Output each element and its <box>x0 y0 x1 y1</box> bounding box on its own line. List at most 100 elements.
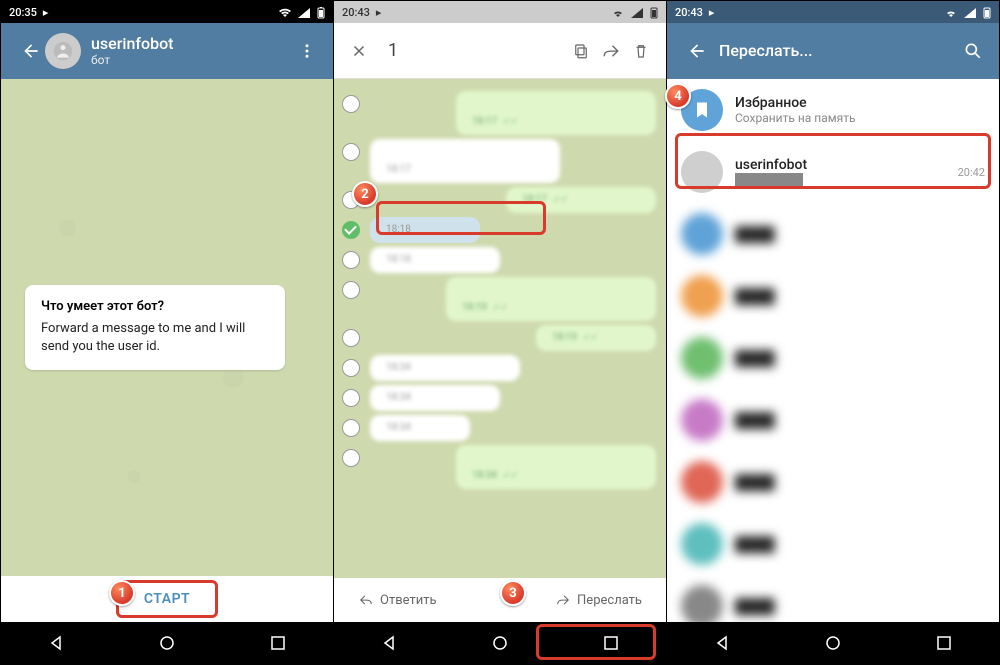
close-icon[interactable] <box>344 36 374 66</box>
message-time: 18:19 <box>462 302 487 313</box>
forward-chat-list[interactable]: ИзбранноеСохранить на памятьuserinfobot█… <box>667 79 999 622</box>
message-bubble[interactable]: 18:34 <box>370 385 500 411</box>
android-navbar <box>1 622 333 664</box>
chat-preview: ████████ <box>735 173 807 187</box>
message-time: 18:34 <box>386 392 411 403</box>
action-bar: Ответить Переслать <box>334 578 666 622</box>
start-button[interactable]: СТАРТ <box>126 585 208 613</box>
message-row[interactable]: 18:34 <box>370 385 656 411</box>
message-row[interactable]: 18:18 <box>370 217 656 243</box>
message-bubble[interactable]: 18:19✓✓ <box>446 277 656 321</box>
nav-recent-icon[interactable] <box>264 629 292 657</box>
forward-row[interactable]: ████ <box>667 327 999 389</box>
start-bar: СТАРТ <box>1 576 333 622</box>
select-check[interactable] <box>342 329 360 347</box>
forward-row[interactable]: ████ <box>667 203 999 265</box>
avatar[interactable] <box>45 33 81 69</box>
nav-back-icon[interactable] <box>708 629 736 657</box>
message-bubble[interactable]: 18:19✓✓ <box>536 325 656 351</box>
bot-info-card: Что умеет этот бот? Forward a message to… <box>25 285 285 369</box>
android-navbar <box>667 622 999 664</box>
message-bubble[interactable]: 18:34 <box>370 355 520 381</box>
status-right <box>940 5 991 18</box>
nav-back-icon[interactable] <box>42 629 70 657</box>
message-row[interactable]: 18:17 <box>370 139 656 183</box>
wifi-icon <box>944 5 958 18</box>
chat-name: ████ <box>735 288 775 305</box>
read-checks-icon: ✓✓ <box>503 471 518 481</box>
select-check[interactable] <box>342 95 360 113</box>
message-bubble[interactable]: 18:34 <box>370 415 470 441</box>
status-time: 20:35 <box>9 6 37 19</box>
status-bar: 20:43 ▸ <box>334 1 666 23</box>
forward-row[interactable]: ████ <box>667 575 999 622</box>
chat-title-block[interactable]: userinfobot бот <box>91 35 173 67</box>
select-check[interactable] <box>342 221 360 239</box>
search-icon[interactable] <box>959 37 987 65</box>
avatar <box>681 275 723 317</box>
message-bubble[interactable]: 18:18 <box>370 217 480 243</box>
step-badge-3: 3 <box>500 580 526 606</box>
message-row[interactable]: 18:34 <box>370 355 656 381</box>
more-icon[interactable] <box>293 37 321 65</box>
step-badge-2: 2 <box>352 181 378 207</box>
notification-icon: ▸ <box>376 6 382 19</box>
nav-home-icon[interactable] <box>486 629 514 657</box>
message-time: 18:17 <box>472 116 497 127</box>
forward-arrow-icon[interactable] <box>596 36 626 66</box>
select-check[interactable] <box>342 251 360 269</box>
message-bubble[interactable]: 18:17 <box>370 139 560 183</box>
delete-icon[interactable] <box>626 36 656 66</box>
copy-icon[interactable] <box>566 36 596 66</box>
message-time: 18:18 <box>386 254 411 265</box>
chat-title: userinfobot <box>91 35 173 53</box>
step-badge-4: 4 <box>665 83 691 109</box>
notification-icon: ▸ <box>709 6 715 19</box>
message-row[interactable]: 18:17✓✓ <box>370 187 656 213</box>
message-row[interactable]: 18:19✓✓ <box>370 325 656 351</box>
forward-row-saved[interactable]: ИзбранноеСохранить на память <box>667 79 999 141</box>
select-check[interactable] <box>342 449 360 467</box>
message-bubble[interactable]: 18:34✓✓ <box>456 445 656 489</box>
message-row[interactable]: 18:34 <box>370 415 656 441</box>
chat-subtitle: бот <box>91 53 173 67</box>
message-row[interactable]: 18:34✓✓ <box>370 445 656 489</box>
nav-home-icon[interactable] <box>153 629 181 657</box>
status-bar: 20:35 ▸ <box>1 1 333 23</box>
battery-icon <box>650 5 658 18</box>
select-check[interactable] <box>342 389 360 407</box>
nav-recent-icon[interactable] <box>597 629 625 657</box>
avatar <box>681 337 723 379</box>
select-check[interactable] <box>342 281 360 299</box>
forward-row[interactable]: ████ <box>667 451 999 513</box>
forward-row[interactable]: ████ <box>667 265 999 327</box>
message-bubble[interactable]: 18:18 <box>370 247 500 273</box>
message-bubble[interactable]: 18:17✓✓ <box>506 187 656 213</box>
message-row[interactable]: 18:19✓✓ <box>370 277 656 321</box>
forward-row[interactable]: ████ <box>667 389 999 451</box>
chat-body: Что умеет этот бот? Forward a message to… <box>1 79 333 576</box>
nav-back-icon[interactable] <box>375 629 403 657</box>
select-check[interactable] <box>342 143 360 161</box>
reply-button[interactable]: Ответить <box>350 589 445 612</box>
forward-row[interactable]: ████ <box>667 513 999 575</box>
message-row[interactable]: 18:18 <box>370 247 656 273</box>
signal-icon <box>964 5 976 18</box>
message-time: 18:34 <box>386 362 411 373</box>
select-check[interactable] <box>342 359 360 377</box>
nav-home-icon[interactable] <box>819 629 847 657</box>
forward-button[interactable]: Переслать <box>547 589 650 612</box>
message-bubble[interactable]: 18:17✓✓ <box>456 91 656 135</box>
back-icon[interactable] <box>17 37 45 65</box>
wifi-icon <box>278 5 295 18</box>
nav-recent-icon[interactable] <box>930 629 958 657</box>
back-icon[interactable] <box>683 37 711 65</box>
avatar <box>681 213 723 255</box>
chat-name: Избранное <box>735 95 856 111</box>
message-row[interactable]: 18:17✓✓ <box>370 91 656 135</box>
android-navbar <box>334 622 666 664</box>
forward-icon <box>555 593 571 607</box>
select-check[interactable] <box>342 419 360 437</box>
forward-row-userinfobot[interactable]: userinfobot████████20:42 <box>667 141 999 203</box>
message-list[interactable]: 18:17✓✓18:1718:17✓✓18:1818:1818:19✓✓18:1… <box>334 79 666 578</box>
